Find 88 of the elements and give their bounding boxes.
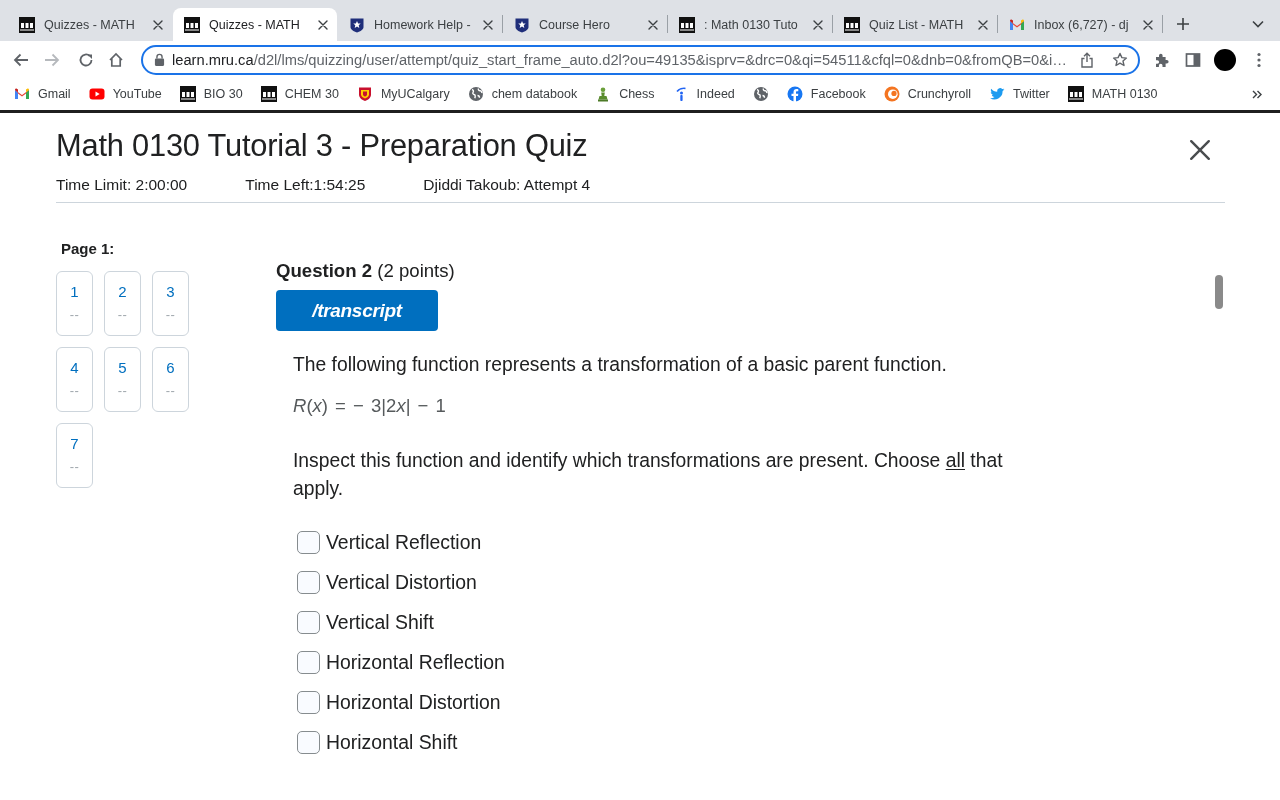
double-chevron-icon[interactable] bbox=[1252, 90, 1262, 99]
question-nav-button[interactable]: 2 -- bbox=[104, 271, 141, 336]
lock-icon bbox=[154, 53, 165, 66]
bookmark-item[interactable]: CHEM 30 bbox=[260, 86, 339, 102]
time-left-text: Time Left:1:54:25 bbox=[245, 175, 366, 195]
question-nav-button[interactable]: 6 -- bbox=[152, 347, 189, 412]
option-label: Horizontal Reflection bbox=[326, 650, 505, 674]
option-label: Horizontal Shift bbox=[326, 730, 458, 754]
plus-icon[interactable] bbox=[1176, 17, 1190, 31]
star-shield-icon bbox=[349, 16, 365, 33]
more-menu-icon[interactable] bbox=[1257, 51, 1261, 68]
bookmark-item[interactable]: Indeed bbox=[672, 86, 735, 102]
browser-tab[interactable]: Course Hero bbox=[503, 8, 667, 41]
browser-tab[interactable]: Homework Help - bbox=[338, 8, 502, 41]
home-icon[interactable] bbox=[108, 51, 124, 68]
bookmark-item[interactable]: Crunchyroll bbox=[883, 86, 971, 102]
checkbox[interactable] bbox=[297, 530, 320, 554]
close-icon[interactable] bbox=[1189, 139, 1211, 161]
question-heading: Question 2 (2 points) bbox=[276, 259, 455, 283]
star-icon[interactable] bbox=[1112, 51, 1128, 68]
play-icon bbox=[88, 86, 105, 102]
instruction-text: Inspect this function and identify which transformations are present. Choose all that apply. bbox=[293, 449, 1004, 501]
question-nav-button[interactable]: 7 -- bbox=[56, 423, 93, 488]
close-icon[interactable] bbox=[813, 19, 823, 30]
star-shield-icon bbox=[514, 16, 530, 33]
checkbox[interactable] bbox=[297, 650, 320, 674]
browser-tab[interactable]: Quizzes - MATH bbox=[8, 8, 172, 41]
option-label: Vertical Distortion bbox=[326, 570, 477, 594]
browser-tab[interactable]: Quizzes - MATH bbox=[173, 8, 337, 41]
option-label: Vertical Shift bbox=[326, 610, 434, 634]
page-label: Page 1: bbox=[61, 239, 115, 259]
bookmark-item[interactable]: Chess bbox=[595, 86, 655, 102]
question-nav-button[interactable]: 5 -- bbox=[104, 347, 141, 412]
bookmark-item[interactable]: Gmail bbox=[14, 86, 71, 102]
attempt-text: Djiddi Takoub: Attempt 4 bbox=[423, 175, 591, 195]
close-icon[interactable] bbox=[1143, 19, 1153, 30]
question-nav-button[interactable]: 1 -- bbox=[56, 271, 93, 336]
bird-icon bbox=[988, 86, 1005, 102]
close-icon[interactable] bbox=[483, 19, 493, 30]
chevron-down-icon[interactable] bbox=[1252, 20, 1264, 28]
question-prompt: The following function represents a transformation of a basic parent function. bbox=[293, 353, 947, 377]
puzzle-icon[interactable] bbox=[1154, 51, 1170, 68]
bookmark-item[interactable]: YouTube bbox=[88, 86, 162, 102]
time-limit-text: Time Limit: 2:00:00 bbox=[56, 175, 188, 195]
globe-icon[interactable] bbox=[752, 86, 769, 102]
question-nav-button[interactable]: 4 -- bbox=[56, 347, 93, 412]
close-icon[interactable] bbox=[318, 19, 328, 30]
checkbox[interactable] bbox=[297, 730, 320, 754]
square-logo-icon bbox=[1067, 86, 1084, 102]
globe-icon bbox=[467, 86, 484, 102]
side-panel-icon[interactable] bbox=[1185, 51, 1201, 68]
bookmark-item[interactable]: MyUCalgary bbox=[356, 86, 450, 102]
m-logo-icon bbox=[14, 86, 30, 102]
square-logo-icon bbox=[179, 86, 196, 102]
checkbox[interactable] bbox=[297, 570, 320, 594]
option-label: Horizontal Distortion bbox=[326, 690, 501, 714]
reload-icon[interactable] bbox=[78, 51, 94, 68]
back-arrow-icon[interactable] bbox=[13, 51, 29, 68]
square-logo-icon bbox=[260, 86, 277, 102]
bookmark-item[interactable]: Twitter bbox=[988, 86, 1050, 102]
question-nav-button[interactable]: 3 -- bbox=[152, 271, 189, 336]
quiz-title: Math 0130 Tutorial 3 - Preparation Quiz bbox=[56, 127, 588, 165]
checkbox[interactable] bbox=[297, 690, 320, 714]
bookmark-item[interactable]: MATH 0130 bbox=[1067, 86, 1158, 102]
crest-icon bbox=[356, 86, 373, 102]
formula: R(x) = − 3|2x| − 1 bbox=[293, 394, 446, 418]
square-logo-icon bbox=[184, 16, 200, 33]
option-label: Vertical Reflection bbox=[326, 530, 482, 554]
share-icon[interactable] bbox=[1080, 51, 1094, 68]
bookmark-item[interactable]: chem databook bbox=[467, 86, 578, 102]
transcript-button[interactable]: /transcript bbox=[276, 290, 438, 331]
address-field[interactable]: learn.mru.ca/d2l/lms/quizzing/user/attempt/quiz_start_frame_auto.d2l?ou=49135&isprv=&drc=0&qi=54511&cfql=0&dnb=0&fromQB=0&i… bbox=[141, 44, 1140, 75]
crescent-logo-icon bbox=[883, 86, 900, 102]
avatar-icon[interactable] bbox=[1214, 48, 1236, 71]
scrollbar-thumb[interactable] bbox=[1215, 275, 1223, 309]
close-icon[interactable] bbox=[648, 19, 658, 30]
square-logo-icon bbox=[19, 16, 35, 33]
browser-tab[interactable]: : Math 0130 Tuto bbox=[668, 8, 832, 41]
browser-tab[interactable]: Quiz List - MATH bbox=[833, 8, 997, 41]
bookmark-item[interactable]: Facebook bbox=[786, 86, 866, 102]
checkbox[interactable] bbox=[297, 610, 320, 634]
close-icon[interactable] bbox=[978, 19, 988, 30]
square-logo-icon bbox=[844, 16, 860, 33]
close-icon[interactable] bbox=[153, 19, 163, 30]
bookmark-item[interactable]: BIO 30 bbox=[179, 86, 243, 102]
browser-tab[interactable]: Inbox (6,727) - dj bbox=[998, 8, 1162, 41]
square-logo-icon bbox=[679, 16, 695, 33]
f-logo-icon bbox=[786, 86, 803, 102]
